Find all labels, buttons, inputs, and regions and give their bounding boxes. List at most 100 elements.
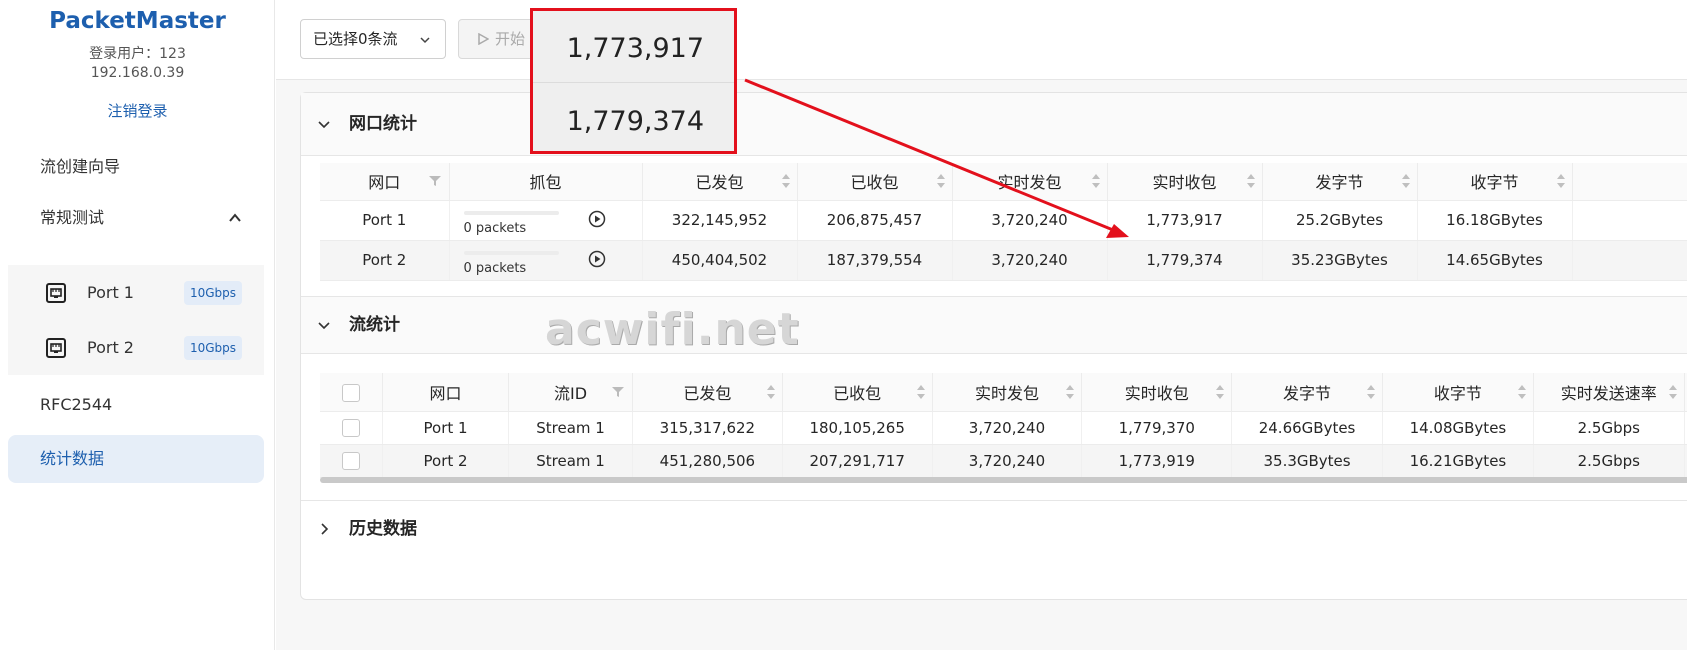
filter-icon[interactable] — [612, 386, 624, 398]
column-header[interactable]: 收字节 — [1382, 373, 1534, 412]
nav-item-stats[interactable]: 统计数据 — [8, 435, 264, 483]
column-header: 网口 — [382, 373, 510, 412]
column-header-label: 已收包 — [833, 383, 882, 403]
tx-rate-cell: 2.5Gbps — [1533, 444, 1685, 478]
table-row[interactable]: Port 1 Stream 1 315,317,622 180,105,265 … — [320, 411, 1687, 445]
sort-icon[interactable] — [1517, 384, 1527, 400]
sidebar: PacketMaster 登录用户：123 192.168.0.39 注销登录 … — [0, 0, 275, 650]
column-header[interactable]: 实时收包 — [1081, 373, 1233, 412]
row-select-cell[interactable] — [320, 444, 383, 478]
sort-icon[interactable] — [1246, 173, 1256, 189]
sort-icon[interactable] — [1401, 173, 1411, 189]
column-header[interactable]: 收字节 — [1417, 163, 1573, 201]
annotation-value-1: 1,773,917 — [566, 33, 704, 64]
sort-icon[interactable] — [781, 173, 791, 189]
rx-bytes-cell: 16.18GBytes — [1417, 200, 1573, 241]
column-header-label: 流ID — [554, 383, 588, 403]
sort-icon[interactable] — [936, 173, 946, 189]
sort-icon[interactable] — [1091, 173, 1101, 189]
rx-bytes-cell: 14.65GBytes — [1417, 240, 1573, 281]
sent-cell: 315,317,622 — [632, 411, 783, 445]
play-circle-icon[interactable] — [588, 210, 606, 228]
nav-item-label: 常规测试 — [40, 208, 105, 227]
column-header[interactable]: 实时发送速率 — [1533, 373, 1685, 412]
ethernet-port-icon — [45, 337, 67, 359]
column-header[interactable]: 发字节 — [1231, 373, 1383, 412]
row-checkbox[interactable] — [342, 418, 360, 437]
column-header[interactable]: 实时发包 — [952, 163, 1108, 201]
row-checkbox[interactable] — [342, 451, 360, 470]
stream-id-cell: Stream 1 — [508, 444, 633, 478]
login-user-label: 登录用户：123 — [89, 46, 186, 62]
column-header[interactable]: 流ID — [508, 373, 633, 412]
capture-count: 0 packets — [463, 220, 527, 236]
watermark: acwifi.net — [545, 304, 800, 355]
select-all-header[interactable] — [320, 373, 383, 412]
column-header-label: 抓包 — [529, 173, 562, 193]
nav-item-label: 统计数据 — [40, 449, 105, 468]
sort-icon[interactable] — [1366, 384, 1376, 400]
capture-progress-bar — [463, 250, 559, 255]
received-cell: 207,291,717 — [782, 444, 933, 478]
column-header[interactable]: 已收包 — [797, 163, 953, 201]
stream-select-label: 已选择0条流 — [313, 30, 398, 48]
filter-icon[interactable] — [428, 175, 441, 187]
chevron-up-icon — [228, 194, 242, 242]
sidebar-item-label: Port 1 — [87, 283, 134, 302]
column-header[interactable]: 已收包 — [782, 373, 933, 412]
sort-icon[interactable] — [916, 384, 926, 400]
port-stats-header[interactable]: 网口统计 — [301, 93, 1687, 155]
play-circle-icon[interactable] — [588, 250, 606, 268]
stream-select-dropdown[interactable]: 已选择0条流 — [300, 19, 446, 59]
sidebar-item-port-2[interactable]: Port 2 10Gbps — [8, 320, 264, 375]
column-header[interactable]: 实时收包 — [1107, 163, 1263, 201]
column-header-label: 实时收包 — [1152, 173, 1217, 193]
chevron-down-icon — [419, 20, 431, 58]
sort-icon[interactable] — [1065, 384, 1075, 400]
rt-recv-cell: 1,779,370 — [1081, 411, 1233, 445]
select-all-checkbox[interactable] — [342, 383, 360, 402]
chevron-down-icon — [317, 93, 331, 155]
logout-link[interactable]: 注销登录 — [0, 100, 275, 121]
port-cell: Port 1 — [382, 411, 510, 445]
column-header[interactable]: 实时发包 — [932, 373, 1083, 412]
column-header[interactable]: 已发包 — [632, 373, 783, 412]
received-cell: 180,105,265 — [782, 411, 933, 445]
column-header-label: 网口 — [368, 173, 401, 193]
callout-divider — [533, 82, 734, 83]
sidebar-item-port-1[interactable]: Port 1 10Gbps — [8, 265, 264, 320]
capture-cell: 0 packets — [449, 240, 643, 281]
rx-bytes-cell: 14.08GBytes — [1382, 411, 1534, 445]
sort-icon[interactable] — [1668, 384, 1678, 400]
column-header[interactable]: 网口 — [320, 163, 450, 201]
column-header-label: 实时发送速率 — [1560, 383, 1657, 403]
column-header[interactable]: 发字节 — [1262, 163, 1418, 201]
divider — [301, 353, 1687, 354]
sort-icon[interactable] — [1556, 173, 1566, 189]
sort-icon[interactable] — [766, 384, 776, 400]
column-header: 抓包 — [449, 163, 643, 201]
history-header[interactable]: 历史数据 — [301, 501, 1687, 557]
sort-icon[interactable] — [1215, 384, 1225, 400]
column-header-label: 发字节 — [1283, 383, 1332, 403]
column-header-label: 已收包 — [850, 173, 899, 193]
column-header-label: 已发包 — [683, 383, 732, 403]
stream-stats-header[interactable]: 流统计 — [301, 297, 1687, 353]
row-select-cell[interactable] — [320, 411, 383, 445]
table-row[interactable]: Port 2 Stream 1 451,280,506 207,291,717 … — [320, 444, 1687, 478]
rt-recv-cell: 1,779,374 — [1107, 240, 1263, 281]
column-header-label: 已发包 — [695, 173, 744, 193]
column-header[interactable]: 已发包 — [642, 163, 798, 201]
nav-item-rfc2544[interactable]: RFC2544 — [8, 381, 264, 429]
sent-cell: 451,280,506 — [632, 444, 783, 478]
nav-item-regular-test[interactable]: 常规测试 — [8, 194, 264, 242]
horizontal-scrollbar[interactable] — [320, 477, 1687, 483]
chevron-down-icon — [317, 297, 331, 353]
capture-count: 0 packets — [463, 260, 527, 276]
tx-rate-cell: 2.5Gbps — [1533, 411, 1685, 445]
section-title: 历史数据 — [349, 519, 417, 539]
nav-item-wizard[interactable]: 流创建向导 — [8, 143, 264, 191]
table-row: Port 1 0 packets 322,145,952 206,875,457… — [320, 200, 1687, 241]
port-cell: Port 2 — [320, 240, 450, 281]
sent-cell: 450,404,502 — [642, 240, 798, 281]
